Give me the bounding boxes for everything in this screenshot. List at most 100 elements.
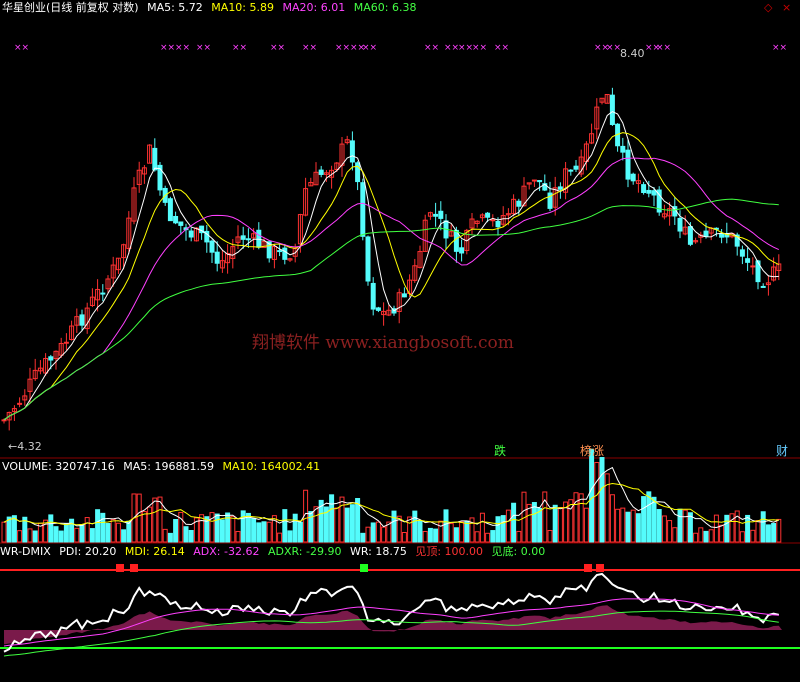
ma60-line xyxy=(3,198,779,421)
volume-bar xyxy=(63,523,69,543)
candle-body xyxy=(438,210,444,219)
volume-bar xyxy=(526,503,532,543)
candle-body xyxy=(739,249,745,257)
cross-marker: ×× xyxy=(335,43,350,53)
volume-bar xyxy=(776,518,782,543)
volume-bar xyxy=(464,520,470,543)
volume-bar xyxy=(573,492,579,543)
volume-bar xyxy=(162,528,168,543)
ma60-label: MA60: 6.38 xyxy=(353,1,417,14)
signal-square xyxy=(584,564,592,572)
volume-bar xyxy=(620,507,626,543)
close-icon[interactable]: × xyxy=(782,1,791,14)
volume-bar xyxy=(297,521,303,543)
volume-bar xyxy=(703,530,709,543)
candle-body xyxy=(490,219,496,222)
indicator-header: WR-DMIX PDI: 20.20 MDI: 26.14 ADX: -32.6… xyxy=(0,545,550,559)
volume-bar xyxy=(136,493,142,543)
volume-bar xyxy=(615,508,621,543)
candle-body xyxy=(516,200,522,207)
volume-bar xyxy=(53,526,59,543)
cross-marker: ×× xyxy=(362,43,377,53)
volume-bar xyxy=(750,529,756,543)
candle-body xyxy=(365,236,371,282)
candle-body xyxy=(620,145,626,153)
volume-bar xyxy=(448,523,454,543)
marker-fall: 跌 xyxy=(494,443,506,458)
volume-bar xyxy=(495,516,501,543)
cross-marker: ×× xyxy=(472,43,487,53)
stock-chart[interactable]: ×× ×× ×× ×× ×× ×× ×× ×× ×××× ×× ×××××× ×× ×××× ×××× ××… xyxy=(0,0,800,682)
volume-bar xyxy=(578,493,584,543)
volume-bar xyxy=(511,502,517,543)
candle-body xyxy=(375,307,381,311)
volume-bar xyxy=(349,504,355,543)
volume-bar xyxy=(100,512,106,543)
volume-bar xyxy=(630,509,636,543)
candle-body xyxy=(188,230,194,238)
candle-body xyxy=(760,285,766,288)
adx-label: ADX: -32.62 xyxy=(193,545,260,558)
volume-bar xyxy=(422,530,428,543)
volume-bar xyxy=(370,522,376,543)
cross-marker: ×× xyxy=(494,43,509,53)
volume-bar xyxy=(105,523,111,543)
candle-body xyxy=(531,179,537,182)
volume-bar xyxy=(141,511,147,543)
ma20-label: MA20: 6.01 xyxy=(282,1,346,14)
volume-bar xyxy=(58,530,64,543)
signal-square xyxy=(130,564,138,572)
volume-bar xyxy=(292,513,298,543)
volume-bar xyxy=(89,528,95,543)
volume-bar xyxy=(583,507,589,543)
watermark: 翔博软件 www.xiangbosoft.com xyxy=(252,333,514,353)
volume-ma5-label: MA5: 196881.59 xyxy=(123,460,214,473)
candle-body xyxy=(178,221,184,226)
volume-bar xyxy=(69,518,75,543)
volume-bar xyxy=(771,523,777,543)
candle-body xyxy=(245,238,251,241)
adxr-line xyxy=(3,610,779,657)
volume-bar xyxy=(173,519,179,543)
candle-body xyxy=(1,419,7,422)
candle-body xyxy=(609,94,615,125)
volume-bar xyxy=(547,530,553,543)
volume-bar xyxy=(656,509,662,543)
prev-icon[interactable]: ◇ xyxy=(764,1,772,14)
volume-bar xyxy=(266,521,272,543)
volume-bar xyxy=(32,530,38,543)
volume-bar xyxy=(251,517,257,543)
cross-marker: ×× xyxy=(232,43,247,53)
candle-body xyxy=(256,229,262,248)
volume-bar xyxy=(739,531,745,543)
volume-bar xyxy=(433,528,439,543)
volume-bar xyxy=(79,524,85,543)
volume-bar xyxy=(391,510,397,543)
volume-bar xyxy=(417,520,423,543)
volume-bar xyxy=(381,526,387,543)
volume-bar xyxy=(313,506,319,543)
signal-cross-row: ×× ×× ×× ×× ×× ×× ×× ×× ×××× ×× ×××××× ×× ×××× ×××× ×× xyxy=(14,43,787,53)
candle-body xyxy=(240,235,246,240)
volume-bar xyxy=(557,507,563,543)
volume-bar xyxy=(490,530,496,543)
volume-bar xyxy=(661,515,667,543)
candle-body xyxy=(459,247,465,254)
volume-bar xyxy=(505,509,511,543)
wr-line xyxy=(3,572,780,653)
volume-bar xyxy=(95,509,101,543)
low-price-label: ←4.32 xyxy=(8,440,42,453)
candle-body xyxy=(349,140,355,163)
ma10-label: MA10: 5.89 xyxy=(211,1,275,14)
candle-body xyxy=(277,250,283,253)
candle-body xyxy=(318,169,324,175)
volume-bar xyxy=(651,496,657,543)
volume-bar xyxy=(552,504,558,543)
volume-bar xyxy=(672,527,678,543)
candle-body xyxy=(401,293,407,298)
signal-square xyxy=(596,564,604,572)
volume-bar xyxy=(609,494,615,543)
candle-body xyxy=(79,314,85,326)
mdi-label: MDI: 26.14 xyxy=(124,545,185,558)
volume-bar xyxy=(698,527,704,543)
